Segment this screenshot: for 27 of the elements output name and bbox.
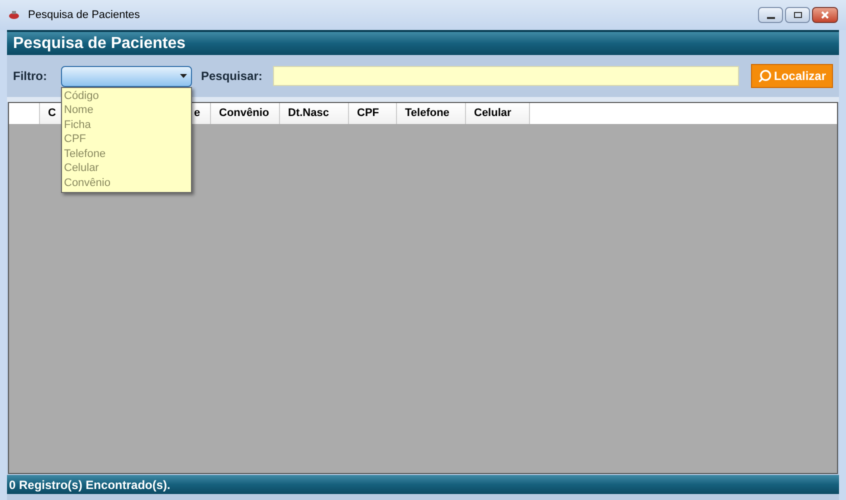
- window-title: Pesquisa de Pacientes: [28, 8, 140, 23]
- search-label: Pesquisar:: [201, 68, 264, 85]
- close-icon: [821, 11, 829, 19]
- column-header[interactable]: CPF: [349, 103, 397, 124]
- dropdown-option[interactable]: CPF: [62, 132, 191, 147]
- app-icon: [8, 10, 20, 20]
- close-button[interactable]: [812, 7, 838, 23]
- dropdown-option[interactable]: Telefone: [62, 146, 191, 162]
- status-text: 0 Registro(s) Encontrado(s).: [9, 476, 170, 494]
- column-header[interactable]: Celular: [466, 103, 530, 124]
- dropdown-option[interactable]: Código: [62, 88, 191, 104]
- filter-label: Filtro:: [13, 68, 48, 85]
- minimize-button[interactable]: [758, 7, 783, 23]
- page-title: Pesquisa de Pacientes: [13, 34, 186, 54]
- filter-dropdown[interactable]: [61, 66, 192, 86]
- search-icon: [758, 69, 772, 83]
- column-header[interactable]: Dt.Nasc: [280, 103, 349, 124]
- dropdown-option[interactable]: Nome: [62, 103, 191, 118]
- caret-icon: [180, 74, 187, 78]
- dropdown-option[interactable]: Ficha: [62, 118, 191, 132]
- search-button[interactable]: Localizar: [751, 64, 833, 88]
- dropdown-option[interactable]: Convênio: [62, 176, 191, 191]
- column-header[interactable]: Convênio: [211, 103, 280, 124]
- maximize-button[interactable]: [785, 7, 810, 23]
- column-header[interactable]: Telefone: [397, 103, 466, 124]
- dropdown-option[interactable]: Celular: [62, 161, 191, 176]
- search-field[interactable]: [273, 66, 739, 86]
